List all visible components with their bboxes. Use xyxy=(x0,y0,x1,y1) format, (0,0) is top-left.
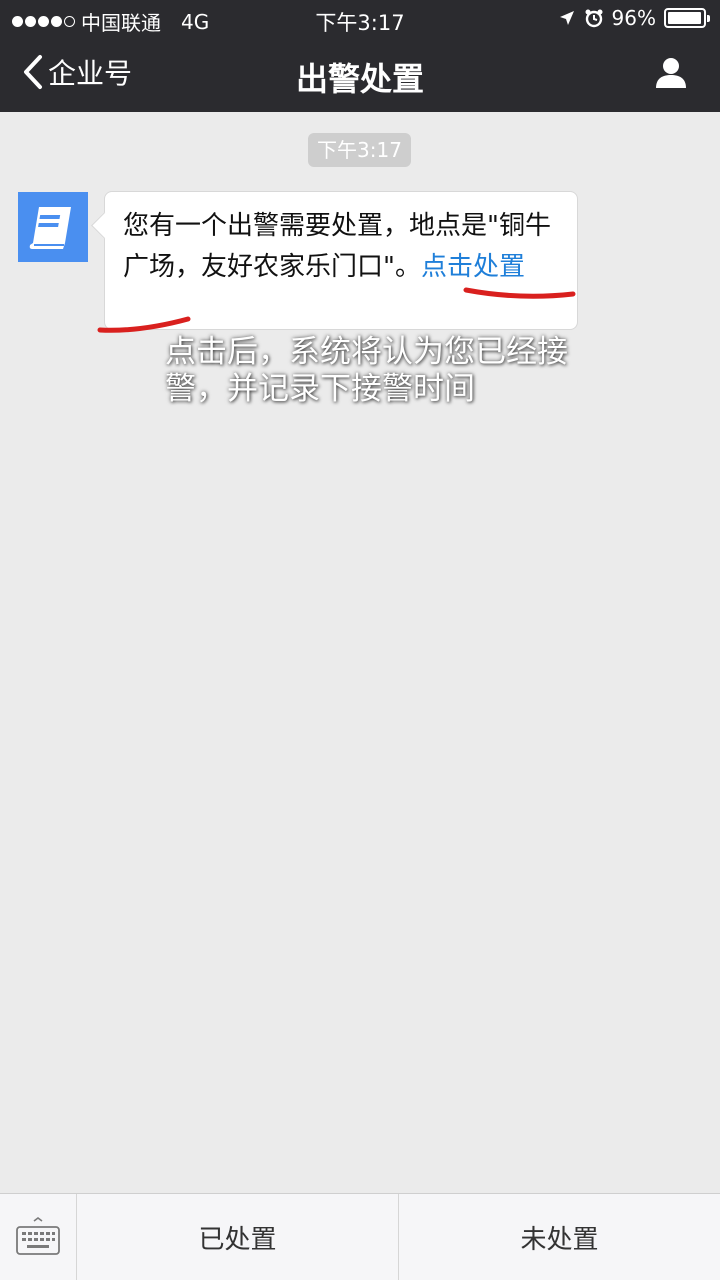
profile-icon xyxy=(656,58,686,88)
book-icon xyxy=(29,207,71,249)
header: 中国联通 4G 下午3:17 96% 企业号 出警处置 xyxy=(0,0,720,112)
annotation-note: 点击后，系统将认为您已经接警，并记录下接警时间 xyxy=(165,334,568,407)
navigation-bar: 企业号 出警处置 xyxy=(0,38,720,112)
location-arrow-icon xyxy=(559,11,574,25)
sender-avatar[interactable] xyxy=(18,192,88,262)
message-bubble: 您有一个出警需要处置，地点是"铜牛广场，友好农家乐门口"。点击处置 xyxy=(104,191,578,330)
battery-icon xyxy=(664,8,710,28)
page-title: 出警处置 xyxy=(295,60,424,98)
battery-percent: 96% xyxy=(611,6,656,30)
keyboard-toggle-button[interactable] xyxy=(0,1194,77,1280)
bottom-menu-bar: 已处置 未处置 xyxy=(0,1193,720,1280)
processed-button[interactable]: 已处置 xyxy=(77,1194,398,1280)
alarm-icon xyxy=(585,9,603,28)
status-bar: 中国联通 4G 下午3:17 96% xyxy=(0,0,720,38)
keyboard-icon xyxy=(16,1217,60,1255)
profile-button[interactable] xyxy=(654,56,688,94)
battery-level xyxy=(668,12,701,24)
message-timestamp: 下午3:17 xyxy=(308,133,411,167)
handle-link[interactable]: 点击处置 xyxy=(421,252,525,282)
unprocessed-button[interactable]: 未处置 xyxy=(398,1194,720,1280)
